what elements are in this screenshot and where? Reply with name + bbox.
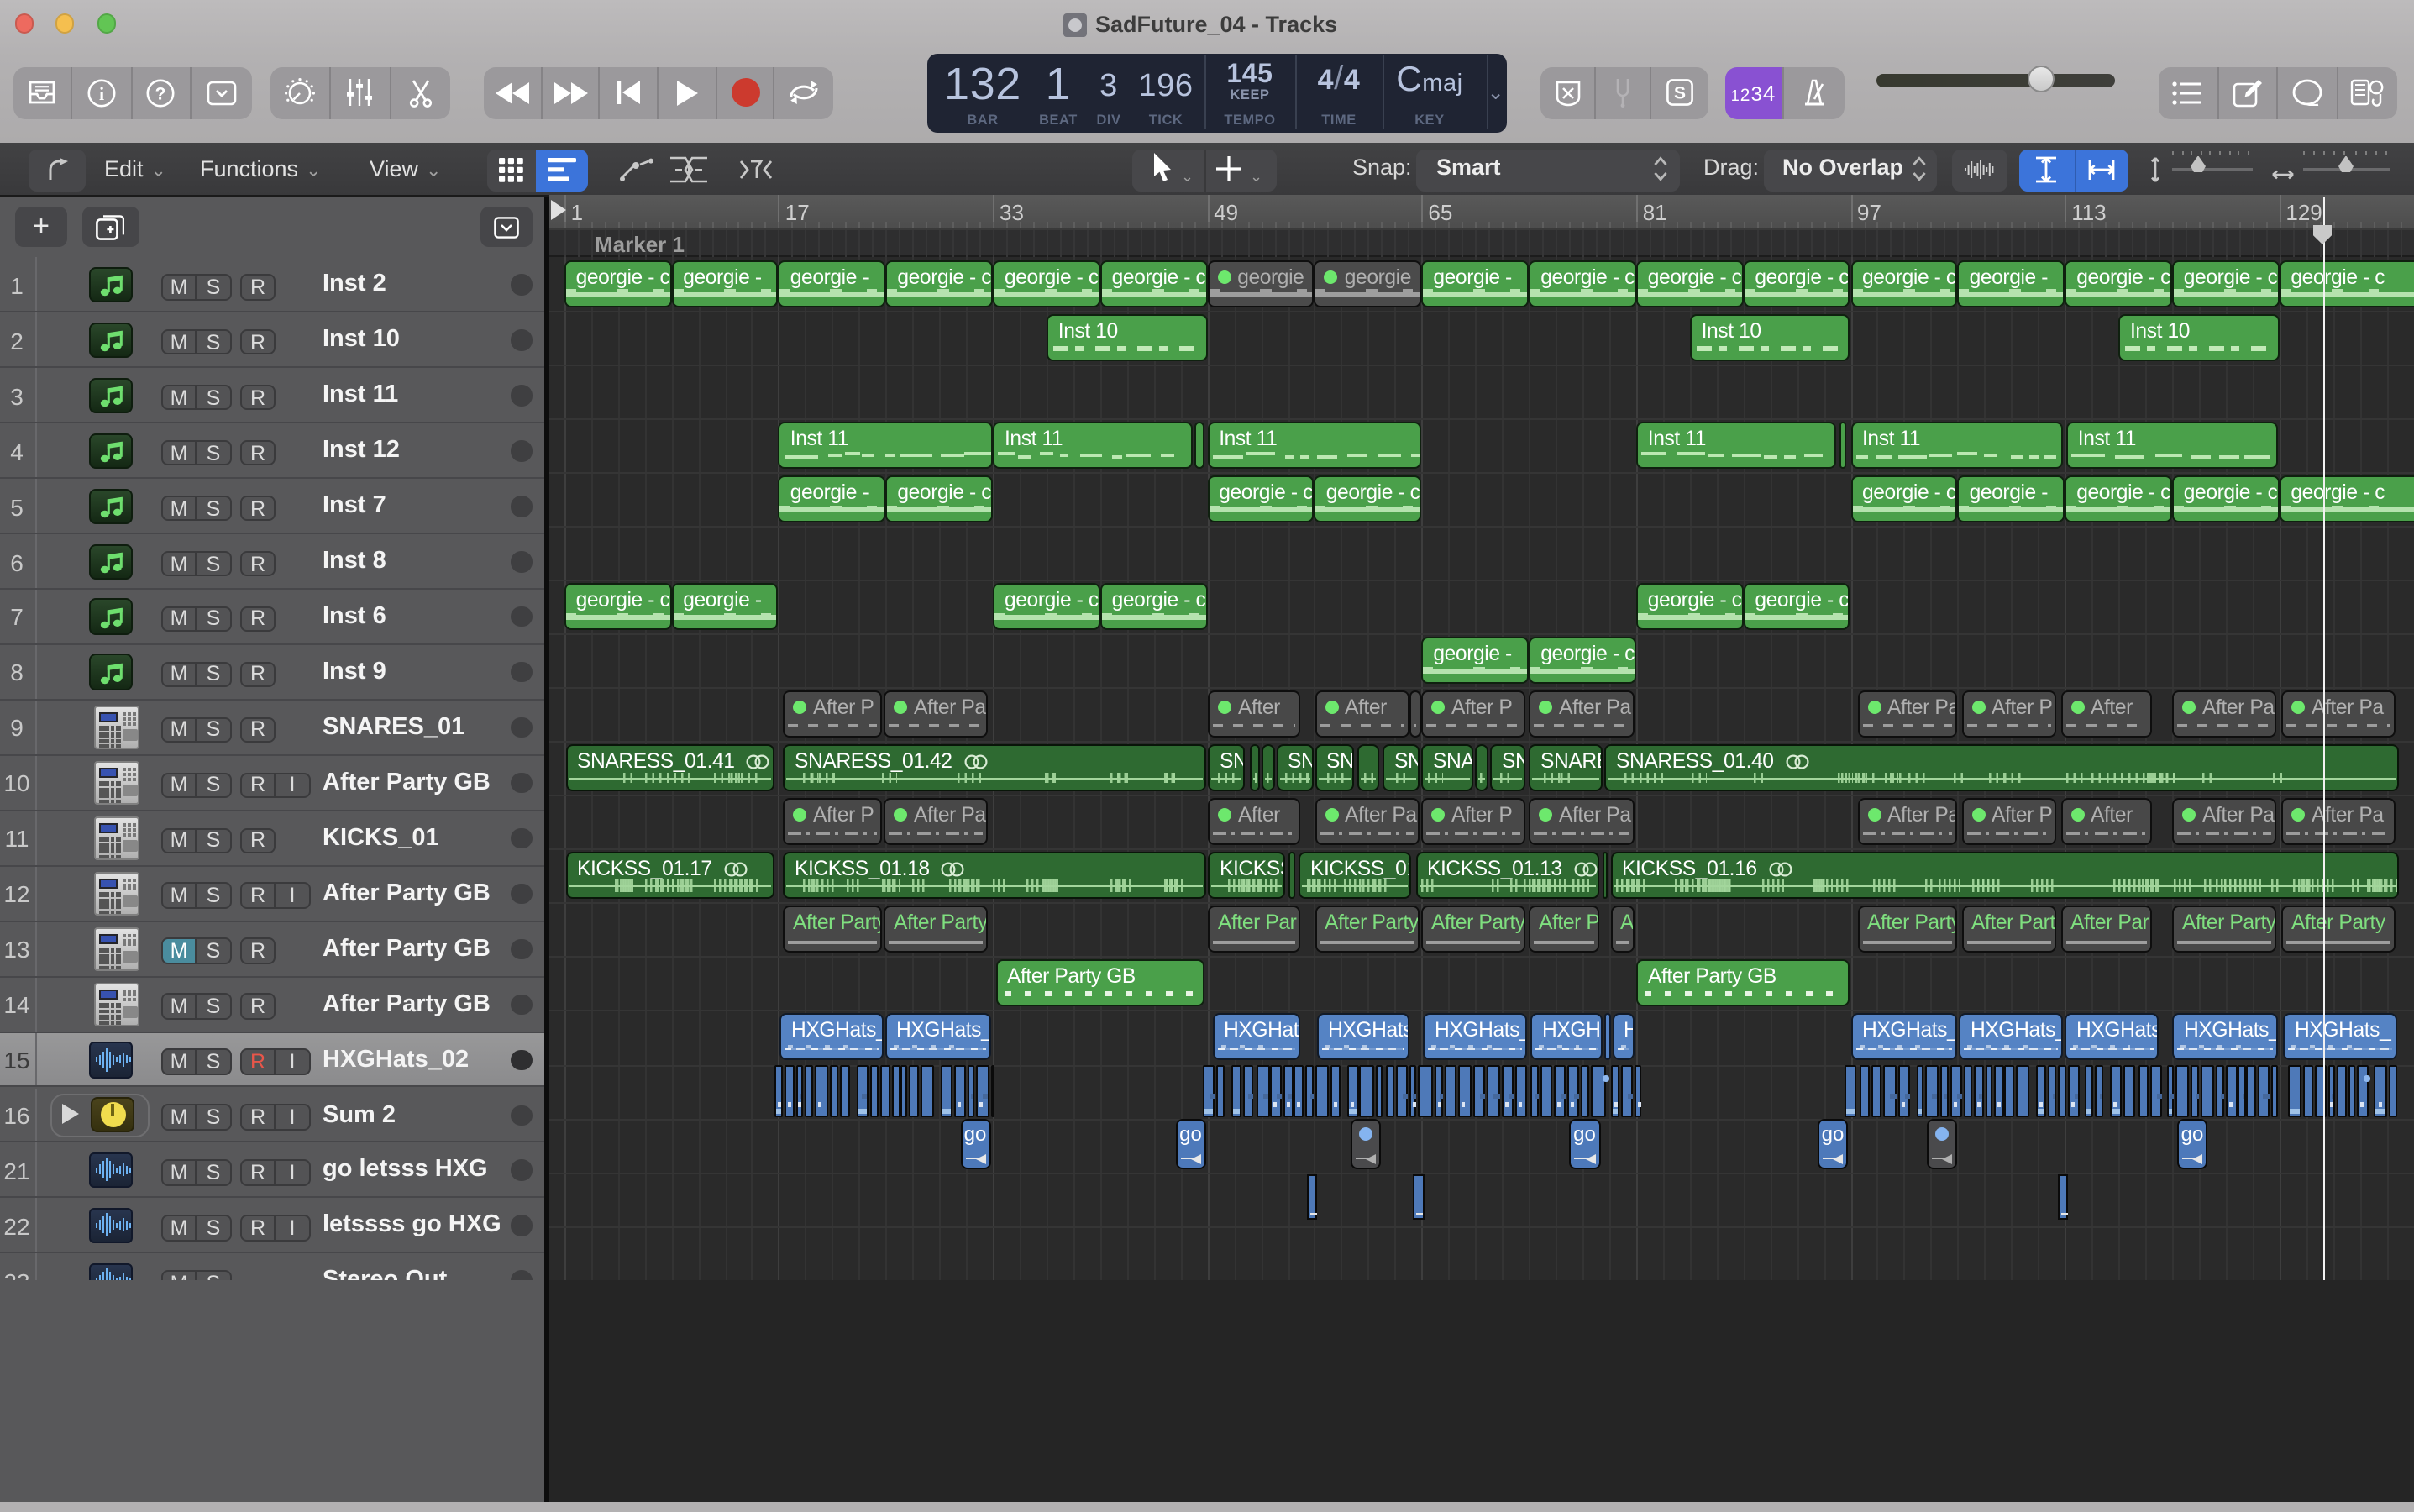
svg-text:?: ? — [156, 83, 167, 102]
svg-text:S: S — [1674, 84, 1686, 103]
svg-text:i: i — [99, 82, 104, 103]
